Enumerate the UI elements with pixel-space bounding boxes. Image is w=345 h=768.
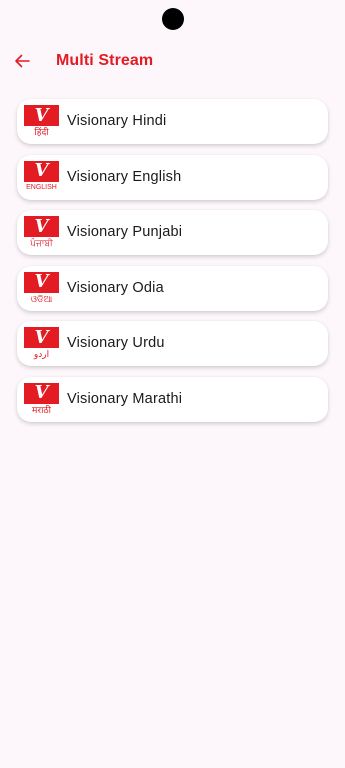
logo-lang-text: हिंदी <box>34 127 49 137</box>
stream-item-odia[interactable]: V ଓଡିଆ Visionary Odia <box>17 265 328 311</box>
stream-label: Visionary Urdu <box>67 335 165 351</box>
logo-letter: V <box>34 104 49 126</box>
logo-lang-text: मराठी <box>32 404 51 415</box>
logo-v-box: V <box>24 327 59 348</box>
logo-v-box: V <box>24 160 59 182</box>
stream-label: Visionary Odia <box>67 279 164 296</box>
back-button[interactable] <box>9 48 35 74</box>
stream-list: V हिंदी Visionary Hindi V ENGLISH Vision… <box>17 99 328 432</box>
stream-label: Visionary Punjabi <box>67 224 183 240</box>
stream-item-english[interactable]: V ENGLISH Visionary English <box>17 154 328 200</box>
stream-label: Visionary Hindi <box>67 113 167 129</box>
visionary-english-logo: V ENGLISH <box>24 160 59 194</box>
arrow-left-icon <box>15 54 30 68</box>
logo-letter: V <box>34 326 49 348</box>
screen: Multi Stream V हिंदी Visionary Hindi V E… <box>0 0 345 768</box>
logo-v-box: V <box>24 271 59 293</box>
logo-letter: V <box>34 160 49 181</box>
stream-label: Visionary English <box>67 168 182 185</box>
camera-cutout <box>162 8 184 30</box>
logo-letter: V <box>34 215 49 237</box>
logo-v-box: V <box>24 382 59 404</box>
visionary-punjabi-logo: V ਪੰਜਾਬੀ <box>24 216 59 249</box>
logo-lang-text: ଓଡିଆ <box>30 293 53 304</box>
page-title: Multi Stream <box>56 52 154 69</box>
stream-item-urdu[interactable]: V اردو Visionary Urdu <box>17 321 328 366</box>
visionary-urdu-logo: V اردو <box>24 327 59 360</box>
logo-v-box: V <box>24 216 59 237</box>
logo-v-box: V <box>24 105 59 126</box>
stream-item-punjabi[interactable]: V ਪੰਜਾਬੀ Visionary Punjabi <box>17 210 328 255</box>
logo-lang-text: ਪੰਜਾਬੀ <box>30 238 53 248</box>
stream-label: Visionary Marathi <box>67 390 183 407</box>
visionary-hindi-logo: V हिंदी <box>24 105 59 138</box>
app-bar: Multi Stream <box>0 40 345 82</box>
stream-item-hindi[interactable]: V हिंदी Visionary Hindi <box>17 99 328 144</box>
visionary-odia-logo: V ଓଡିଆ <box>24 271 59 305</box>
visionary-marathi-logo: V मराठी <box>24 382 59 416</box>
stream-item-marathi[interactable]: V मराठी Visionary Marathi <box>17 376 328 422</box>
logo-letter: V <box>34 271 49 292</box>
logo-lang-text: اردو <box>33 349 50 359</box>
logo-lang-text: ENGLISH <box>26 183 57 191</box>
logo-letter: V <box>34 382 49 403</box>
